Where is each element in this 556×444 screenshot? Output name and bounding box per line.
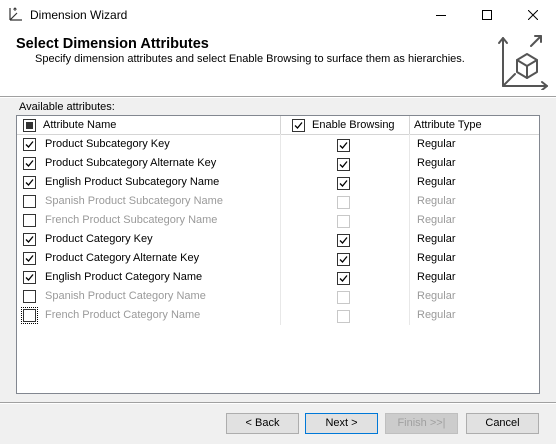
attribute-name-cell: Spanish Product Subcategory Name	[45, 195, 223, 207]
close-icon	[528, 10, 538, 20]
enable-browsing-checkbox[interactable]	[337, 253, 350, 266]
minimize-icon	[436, 10, 446, 20]
select-all-checkbox[interactable]	[23, 119, 36, 132]
table-row[interactable]: Product Subcategory Alternate Key Regular	[17, 154, 539, 173]
attribute-select-checkbox[interactable]	[23, 195, 36, 208]
attribute-name-cell: Product Category Alternate Key	[45, 252, 200, 264]
attribute-name-cell: Product Subcategory Key	[45, 138, 170, 150]
attribute-type-cell[interactable]: Regular	[417, 154, 456, 173]
cancel-button[interactable]: Cancel	[466, 413, 539, 434]
enable-browsing-checkbox[interactable]	[337, 272, 350, 285]
page-subtitle: Specify dimension attributes and select …	[35, 53, 465, 65]
enable-browsing-checkbox[interactable]	[337, 139, 350, 152]
attribute-select-checkbox[interactable]	[23, 290, 36, 303]
attribute-type-cell[interactable]: Regular	[417, 249, 456, 268]
table-row[interactable]: French Product Category Name Regular	[17, 306, 539, 325]
dimension-wizard-icon	[8, 6, 24, 22]
attribute-select-checkbox[interactable]	[21, 307, 38, 324]
attribute-type-cell[interactable]: Regular	[417, 230, 456, 249]
attribute-type-cell[interactable]: Regular	[417, 287, 456, 306]
column-header-enable-browsing[interactable]: Enable Browsing	[312, 116, 395, 134]
attribute-type-cell[interactable]: Regular	[417, 192, 456, 211]
attribute-name-cell: French Product Subcategory Name	[45, 214, 218, 226]
table-row[interactable]: Product Category Alternate Key Regular	[17, 249, 539, 268]
available-attributes-label: Available attributes:	[19, 101, 115, 113]
maximize-button[interactable]	[464, 0, 510, 30]
attribute-name-cell: Product Category Key	[45, 233, 153, 245]
enable-browsing-checkbox[interactable]	[337, 310, 350, 323]
attribute-name-cell: English Product Subcategory Name	[45, 176, 220, 188]
attribute-type-cell[interactable]: Regular	[417, 173, 456, 192]
attributes-grid[interactable]: Attribute Name Enable Browsing Attribute…	[16, 115, 540, 394]
enable-browsing-all-checkbox[interactable]	[292, 119, 305, 132]
attribute-select-checkbox[interactable]	[23, 176, 36, 189]
table-row[interactable]: Spanish Product Category Name Regular	[17, 287, 539, 306]
attribute-name-cell: French Product Category Name	[45, 309, 201, 321]
attribute-name-cell: English Product Category Name	[45, 271, 203, 283]
grid-header: Attribute Name Enable Browsing Attribute…	[17, 116, 539, 135]
attribute-select-checkbox[interactable]	[23, 138, 36, 151]
attribute-select-checkbox[interactable]	[23, 252, 36, 265]
attribute-select-checkbox[interactable]	[23, 271, 36, 284]
attribute-name-cell: Product Subcategory Alternate Key	[45, 157, 217, 169]
finish-button[interactable]: Finish >>|	[385, 413, 458, 434]
attribute-type-cell[interactable]: Regular	[417, 306, 456, 325]
enable-browsing-checkbox[interactable]	[337, 196, 350, 209]
table-row[interactable]: Spanish Product Subcategory Name Regular	[17, 192, 539, 211]
maximize-icon	[482, 10, 492, 20]
title-bar: Dimension Wizard	[0, 0, 556, 30]
enable-browsing-checkbox[interactable]	[337, 234, 350, 247]
attribute-select-checkbox[interactable]	[23, 214, 36, 227]
attribute-type-cell[interactable]: Regular	[417, 211, 456, 230]
wizard-header: Select Dimension Attributes Specify dime…	[0, 30, 556, 96]
attribute-select-checkbox[interactable]	[23, 233, 36, 246]
attribute-select-checkbox[interactable]	[23, 157, 36, 170]
enable-browsing-checkbox[interactable]	[337, 291, 350, 304]
enable-browsing-checkbox[interactable]	[337, 177, 350, 190]
enable-browsing-checkbox[interactable]	[337, 158, 350, 171]
back-button[interactable]: < Back	[226, 413, 299, 434]
cube-axes-icon	[497, 30, 549, 91]
table-row[interactable]: Product Subcategory Key Regular	[17, 135, 539, 154]
enable-browsing-checkbox[interactable]	[337, 215, 350, 228]
column-header-attribute-name[interactable]: Attribute Name	[43, 116, 116, 134]
attribute-type-cell[interactable]: Regular	[417, 268, 456, 287]
table-row[interactable]: English Product Category Name Regular	[17, 268, 539, 287]
table-row[interactable]: French Product Subcategory Name Regular	[17, 211, 539, 230]
attribute-type-cell[interactable]: Regular	[417, 135, 456, 154]
page-title: Select Dimension Attributes	[16, 36, 209, 52]
table-row[interactable]: Product Category Key Regular	[17, 230, 539, 249]
window-title: Dimension Wizard	[30, 8, 128, 22]
attribute-name-cell: Spanish Product Category Name	[45, 290, 206, 302]
next-button[interactable]: Next >	[305, 413, 378, 434]
minimize-button[interactable]	[418, 0, 464, 30]
table-row[interactable]: English Product Subcategory Name Regular	[17, 173, 539, 192]
column-header-attribute-type[interactable]: Attribute Type	[414, 116, 482, 134]
close-button[interactable]	[510, 0, 556, 30]
